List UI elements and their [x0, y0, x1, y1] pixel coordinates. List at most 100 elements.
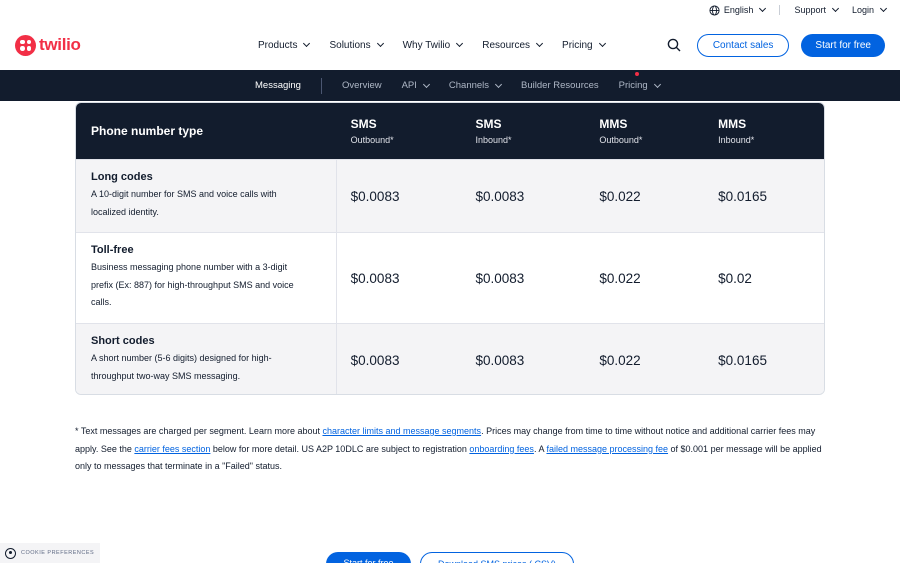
subnav-label: Overview [342, 80, 382, 91]
subnav-label: Channels [448, 80, 490, 91]
header-phone-number-type: Phone number type [91, 124, 204, 138]
pricing-footnote: * Text messages are charged per segment.… [75, 423, 827, 476]
globe-icon [709, 4, 720, 16]
desc-line: A 10-digit number for SMS and voice call… [91, 189, 277, 199]
subnav-overview[interactable]: Overview [342, 80, 382, 91]
subnav-items: Overview API Channels Builder Resources … [342, 72, 661, 91]
login-menu[interactable]: Login [852, 4, 888, 15]
header-sms-outbound: SMS Outbound* [337, 103, 462, 159]
header-sub: Outbound* [599, 135, 643, 145]
price-cell: $0.0165 [718, 352, 767, 368]
nav-products[interactable]: Products [258, 39, 311, 51]
character-limits-link[interactable]: character limits and message segments [322, 426, 481, 436]
desc-line: A short number (5-6 digits) designed for… [91, 353, 272, 363]
header-mms-inbound: MMS Inbound* [706, 103, 824, 159]
subnav-label: API [401, 80, 417, 91]
subnav-label: Pricing [618, 80, 648, 91]
header-title: SMS [475, 117, 502, 131]
search-icon[interactable] [667, 38, 681, 52]
desc-line: prefix (Ex: 887) for high-throughput SMS… [91, 279, 294, 290]
subnav-api[interactable]: API [401, 80, 430, 91]
price-cell: $0.0165 [718, 188, 767, 204]
nav-why-twilio[interactable]: Why Twilio [402, 39, 464, 51]
chevron-down-icon [535, 39, 544, 48]
cookie-label: COOKIE PREFERENCES [21, 550, 95, 556]
chevron-down-icon [598, 39, 606, 48]
subnav-label: Builder Resources [521, 80, 599, 91]
language-selector[interactable]: English [709, 4, 767, 16]
table-row: Toll-free Business messaging phone numbe… [76, 232, 824, 323]
logo-text: twilio [39, 35, 81, 54]
start-for-free-bottom-button[interactable]: Start for free [326, 552, 411, 563]
cookie-icon [5, 547, 16, 559]
row-title: Toll-free [91, 244, 134, 256]
nav-label: Products [258, 39, 298, 51]
header-title: MMS [599, 117, 628, 131]
divider [321, 77, 322, 94]
nav-resources[interactable]: Resources [482, 39, 544, 51]
header-title: MMS [718, 117, 747, 131]
twilio-logo-icon [15, 34, 36, 56]
row-label-cell: Toll-free Business messaging phone numbe… [76, 233, 337, 323]
chevron-down-icon [456, 39, 464, 48]
chevron-down-icon [879, 4, 888, 13]
chevron-down-icon [831, 4, 840, 13]
header-sub: Outbound* [350, 135, 394, 145]
footnote-text: * Text messages are charged per segment.… [75, 426, 323, 436]
download-prices-button[interactable]: Download SMS prices (.CSV) [420, 552, 574, 563]
divider [779, 5, 781, 15]
nav-pricing[interactable]: Pricing [562, 39, 606, 51]
nav-label: Why Twilio [402, 39, 451, 51]
nav-label: Solutions [329, 39, 371, 51]
nav-label: Pricing [562, 39, 593, 51]
price-cell: $0.022 [599, 270, 641, 286]
header-title: SMS [350, 117, 377, 131]
chevron-down-icon [376, 39, 384, 48]
price-cell: $0.0083 [350, 270, 400, 286]
price-cell: $0.022 [599, 352, 641, 368]
sub-nav: Messaging Overview API Channels Builder … [0, 70, 900, 101]
chevron-down-icon [422, 80, 430, 88]
failed-message-fee-link[interactable]: failed message processing fee [546, 444, 668, 454]
cookie-preferences-button[interactable]: COOKIE PREFERENCES [0, 543, 100, 563]
start-for-free-button[interactable]: Start for free [801, 33, 885, 57]
twilio-logo[interactable]: twilio [15, 34, 81, 56]
subnav-title[interactable]: Messaging [255, 80, 301, 91]
desc-line: localized identity. [91, 206, 159, 217]
table-row: Short codes A short number (5-6 digits) … [76, 323, 824, 394]
row-title: Short codes [91, 335, 155, 347]
desc-line: Business messaging phone number with a 3… [91, 262, 288, 272]
price-cell: $0.022 [599, 188, 641, 204]
contact-sales-button[interactable]: Contact sales [696, 33, 790, 57]
carrier-fees-link[interactable]: carrier fees section [134, 444, 210, 454]
desc-line: throughput two-way SMS messaging. [91, 370, 241, 381]
subnav-builder-resources[interactable]: Builder Resources [521, 80, 599, 91]
footnote-text: below for more detail. US A2P 10DLC are … [210, 443, 470, 454]
header-sms-inbound: SMS Inbound* [461, 103, 586, 159]
nav-solutions[interactable]: Solutions [329, 39, 384, 51]
pricing-table: Phone number type SMS Outbound* SMS Inboun… [75, 102, 825, 395]
row-title: Long codes [91, 171, 153, 183]
table-row: Long codes A 10-digit number for SMS and… [76, 159, 824, 232]
primary-nav-links: Products Solutions Why Twilio Resources … [258, 39, 606, 51]
header-sub: Inbound* [475, 135, 512, 145]
row-description: Business messaging phone number with a 3… [91, 259, 321, 312]
table-header: Phone number type SMS Outbound* SMS Inboun… [76, 103, 824, 159]
subnav-pricing[interactable]: Pricing [618, 72, 661, 91]
price-cell: $0.0083 [350, 188, 400, 204]
chevron-down-icon [495, 80, 503, 88]
support-label: Support [794, 5, 826, 15]
chevron-down-icon [303, 39, 311, 48]
row-label-cell: Short codes A short number (5-6 digits) … [76, 324, 337, 394]
support-menu[interactable]: Support [794, 4, 840, 15]
subnav-channels[interactable]: Channels [448, 80, 503, 91]
main-nav: twilio Products Solutions Why Twilio Res… [0, 20, 900, 70]
desc-line: calls. [91, 297, 112, 307]
chevron-down-icon [759, 4, 767, 13]
price-cell: $0.02 [718, 270, 752, 286]
nav-label: Resources [482, 39, 531, 51]
onboarding-fees-link[interactable]: onboarding fees [469, 444, 534, 454]
price-cell: $0.0083 [350, 352, 400, 368]
chevron-down-icon [653, 80, 661, 88]
utility-bar: English Support Login [0, 0, 900, 20]
